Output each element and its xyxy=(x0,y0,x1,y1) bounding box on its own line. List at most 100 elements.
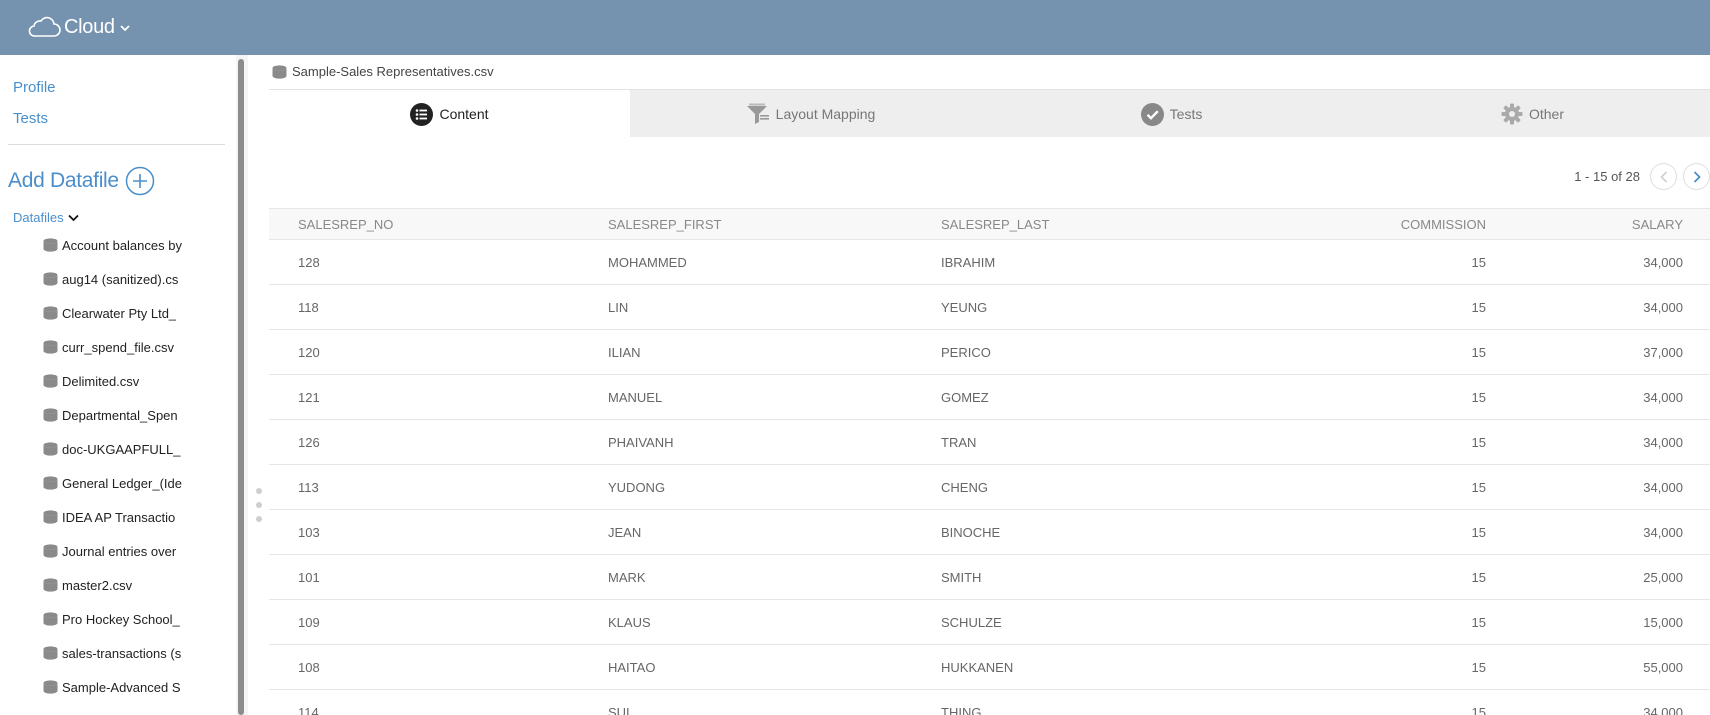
datafile-name: Pro Hockey School_ xyxy=(62,611,180,627)
datafile-name: master2.csv xyxy=(62,577,133,593)
tab-other-label: Other xyxy=(1528,106,1564,122)
table-cell: HUKKANEN xyxy=(941,660,1014,675)
table-cell: PERICO xyxy=(941,345,991,360)
previous-page-button[interactable] xyxy=(1650,163,1677,190)
column-header[interactable]: SALESREP_LAST xyxy=(941,209,1049,241)
table-cell: 15 xyxy=(1471,300,1486,315)
datafile-item[interactable]: Delimited.csv xyxy=(43,364,183,398)
datafile-item[interactable]: Pro Hockey School_ xyxy=(43,602,183,636)
table-cell: 120 xyxy=(298,345,320,360)
datafile-item[interactable]: Departmental_Spen xyxy=(43,398,183,432)
tab-other[interactable]: Other xyxy=(1352,90,1710,138)
table-cell: 34,000 xyxy=(1643,435,1683,450)
table-cell: SCHULZE xyxy=(941,615,1002,630)
database-icon xyxy=(272,64,287,79)
sidebar-link-profile[interactable]: Profile xyxy=(13,79,56,96)
table-cell: MARK xyxy=(608,570,646,585)
table-cell: 121 xyxy=(298,390,320,405)
pagination: 1 - 15 of 28 xyxy=(1574,163,1710,190)
table-cell: 15 xyxy=(1471,435,1486,450)
datafile-item[interactable]: curr_spend_file.csv xyxy=(43,330,183,364)
datafile-item[interactable]: IDEA AP Transactio xyxy=(43,500,183,534)
database-icon xyxy=(43,476,58,490)
table-cell: 113 xyxy=(298,480,319,495)
datafile-item[interactable]: Sample-Advanced S xyxy=(43,670,183,704)
table-cell: 15 xyxy=(1471,480,1486,495)
table-cell: 55,000 xyxy=(1643,660,1683,675)
tab-tests[interactable]: Tests xyxy=(991,90,1352,138)
check-circle-icon xyxy=(1140,102,1164,126)
database-icon xyxy=(43,442,58,456)
database-icon xyxy=(43,408,58,422)
table-cell: GOMEZ xyxy=(941,390,989,405)
gear-icon xyxy=(1501,103,1523,125)
database-icon xyxy=(43,340,58,354)
table-cell: 118 xyxy=(298,300,319,315)
tab-content-label: Content xyxy=(439,106,489,122)
datafile-name: Clearwater Pty Ltd_ xyxy=(62,305,177,321)
table-row[interactable]: 120 ILIAN PERICO 15 37,000 xyxy=(269,330,1710,375)
column-header[interactable]: COMMISSION xyxy=(1401,209,1486,241)
table-header: SALESREP_NO SALESREP_FIRST SALESREP_LAST… xyxy=(269,208,1710,240)
table-row[interactable]: 103 JEAN BINOCHE 15 34,000 xyxy=(269,510,1710,555)
table-cell: 34,000 xyxy=(1643,300,1683,315)
tab-tests-label: Tests xyxy=(1169,106,1203,122)
sidebar-scrollbar[interactable] xyxy=(236,55,248,715)
table-row[interactable]: 118 LIN YEUNG 15 34,000 xyxy=(269,285,1710,330)
sidebar-divider xyxy=(8,144,225,145)
table-cell: 37,000 xyxy=(1643,345,1683,360)
sidebar-link-tests[interactable]: Tests xyxy=(13,110,48,127)
datafile-item[interactable]: Journal entries over xyxy=(43,534,183,568)
table-cell: 15,000 xyxy=(1643,615,1683,630)
table-cell: 101 xyxy=(298,570,320,585)
datafile-item[interactable]: doc-UKGAAPFULL_ xyxy=(43,432,183,466)
table-row[interactable]: 113 YUDONG CHENG 15 34,000 xyxy=(269,465,1710,510)
datafile-list: Account balances by aug14 (sanitized).cs… xyxy=(43,228,183,704)
table-cell: 15 xyxy=(1471,390,1486,405)
datafile-name: Account balances by xyxy=(62,237,182,253)
table-row[interactable]: 128 MOHAMMED IBRAHIM 15 34,000 xyxy=(269,240,1710,285)
table-row[interactable]: 101 MARK SMITH 15 25,000 xyxy=(269,555,1710,600)
datafile-item[interactable]: Account balances by xyxy=(43,228,183,262)
datafile-item[interactable]: General Ledger_(Ide xyxy=(43,466,183,500)
datafiles-toggle[interactable]: Datafiles xyxy=(13,210,79,225)
table-cell: 34,000 xyxy=(1643,705,1683,715)
column-header[interactable]: SALESREP_NO xyxy=(298,209,393,241)
datafile-name: General Ledger_(Ide xyxy=(62,475,182,491)
table-row[interactable]: 114 SUI THING 15 34,000 xyxy=(269,690,1710,715)
tab-layout-mapping[interactable]: Layout Mapping xyxy=(630,90,991,138)
table-cell: 34,000 xyxy=(1643,480,1683,495)
panel-resize-handle[interactable] xyxy=(256,488,262,524)
database-icon xyxy=(43,646,58,660)
file-title: Sample-Sales Representatives.csv xyxy=(272,64,494,79)
datafile-name: Journal entries over xyxy=(62,543,177,559)
datafile-item[interactable]: master2.csv xyxy=(43,568,183,602)
datafile-item[interactable]: aug14 (sanitized).cs xyxy=(43,262,183,296)
column-header[interactable]: SALESREP_FIRST xyxy=(608,209,721,241)
datafile-name: sales-transactions (s xyxy=(62,645,182,661)
tab-content[interactable]: Content xyxy=(269,90,630,138)
sidebar-scrollbar-thumb[interactable] xyxy=(238,59,244,715)
cloud-menu[interactable]: Cloud xyxy=(27,14,130,40)
next-page-button[interactable] xyxy=(1683,163,1710,190)
table-cell: SUI xyxy=(608,705,630,715)
add-datafile-button[interactable]: Add Datafile xyxy=(8,166,155,196)
table-cell: 108 xyxy=(298,660,320,675)
table-cell: YUDONG xyxy=(608,480,666,495)
datafile-item[interactable]: sales-transactions (s xyxy=(43,636,183,670)
table-cell: 103 xyxy=(298,525,320,540)
table-row[interactable]: 109 KLAUS SCHULZE 15 15,000 xyxy=(269,600,1710,645)
table-cell: 25,000 xyxy=(1643,570,1683,585)
chevron-down-icon xyxy=(67,214,79,221)
datafile-item[interactable]: Clearwater Pty Ltd_ xyxy=(43,296,183,330)
table-cell: 15 xyxy=(1471,615,1486,630)
table-row[interactable]: 108 HAITAO HUKKANEN 15 55,000 xyxy=(269,645,1710,690)
list-icon xyxy=(410,102,434,126)
table-row[interactable]: 121 MANUEL GOMEZ 15 34,000 xyxy=(269,375,1710,420)
table-row[interactable]: 126 PHAIVANH TRAN 15 34,000 xyxy=(269,420,1710,465)
table-cell: KLAUS xyxy=(608,615,651,630)
pagination-text: 1 - 15 of 28 xyxy=(1574,169,1640,184)
table-cell: 15 xyxy=(1471,345,1486,360)
database-icon xyxy=(43,238,58,252)
column-header[interactable]: SALARY xyxy=(1632,209,1683,241)
